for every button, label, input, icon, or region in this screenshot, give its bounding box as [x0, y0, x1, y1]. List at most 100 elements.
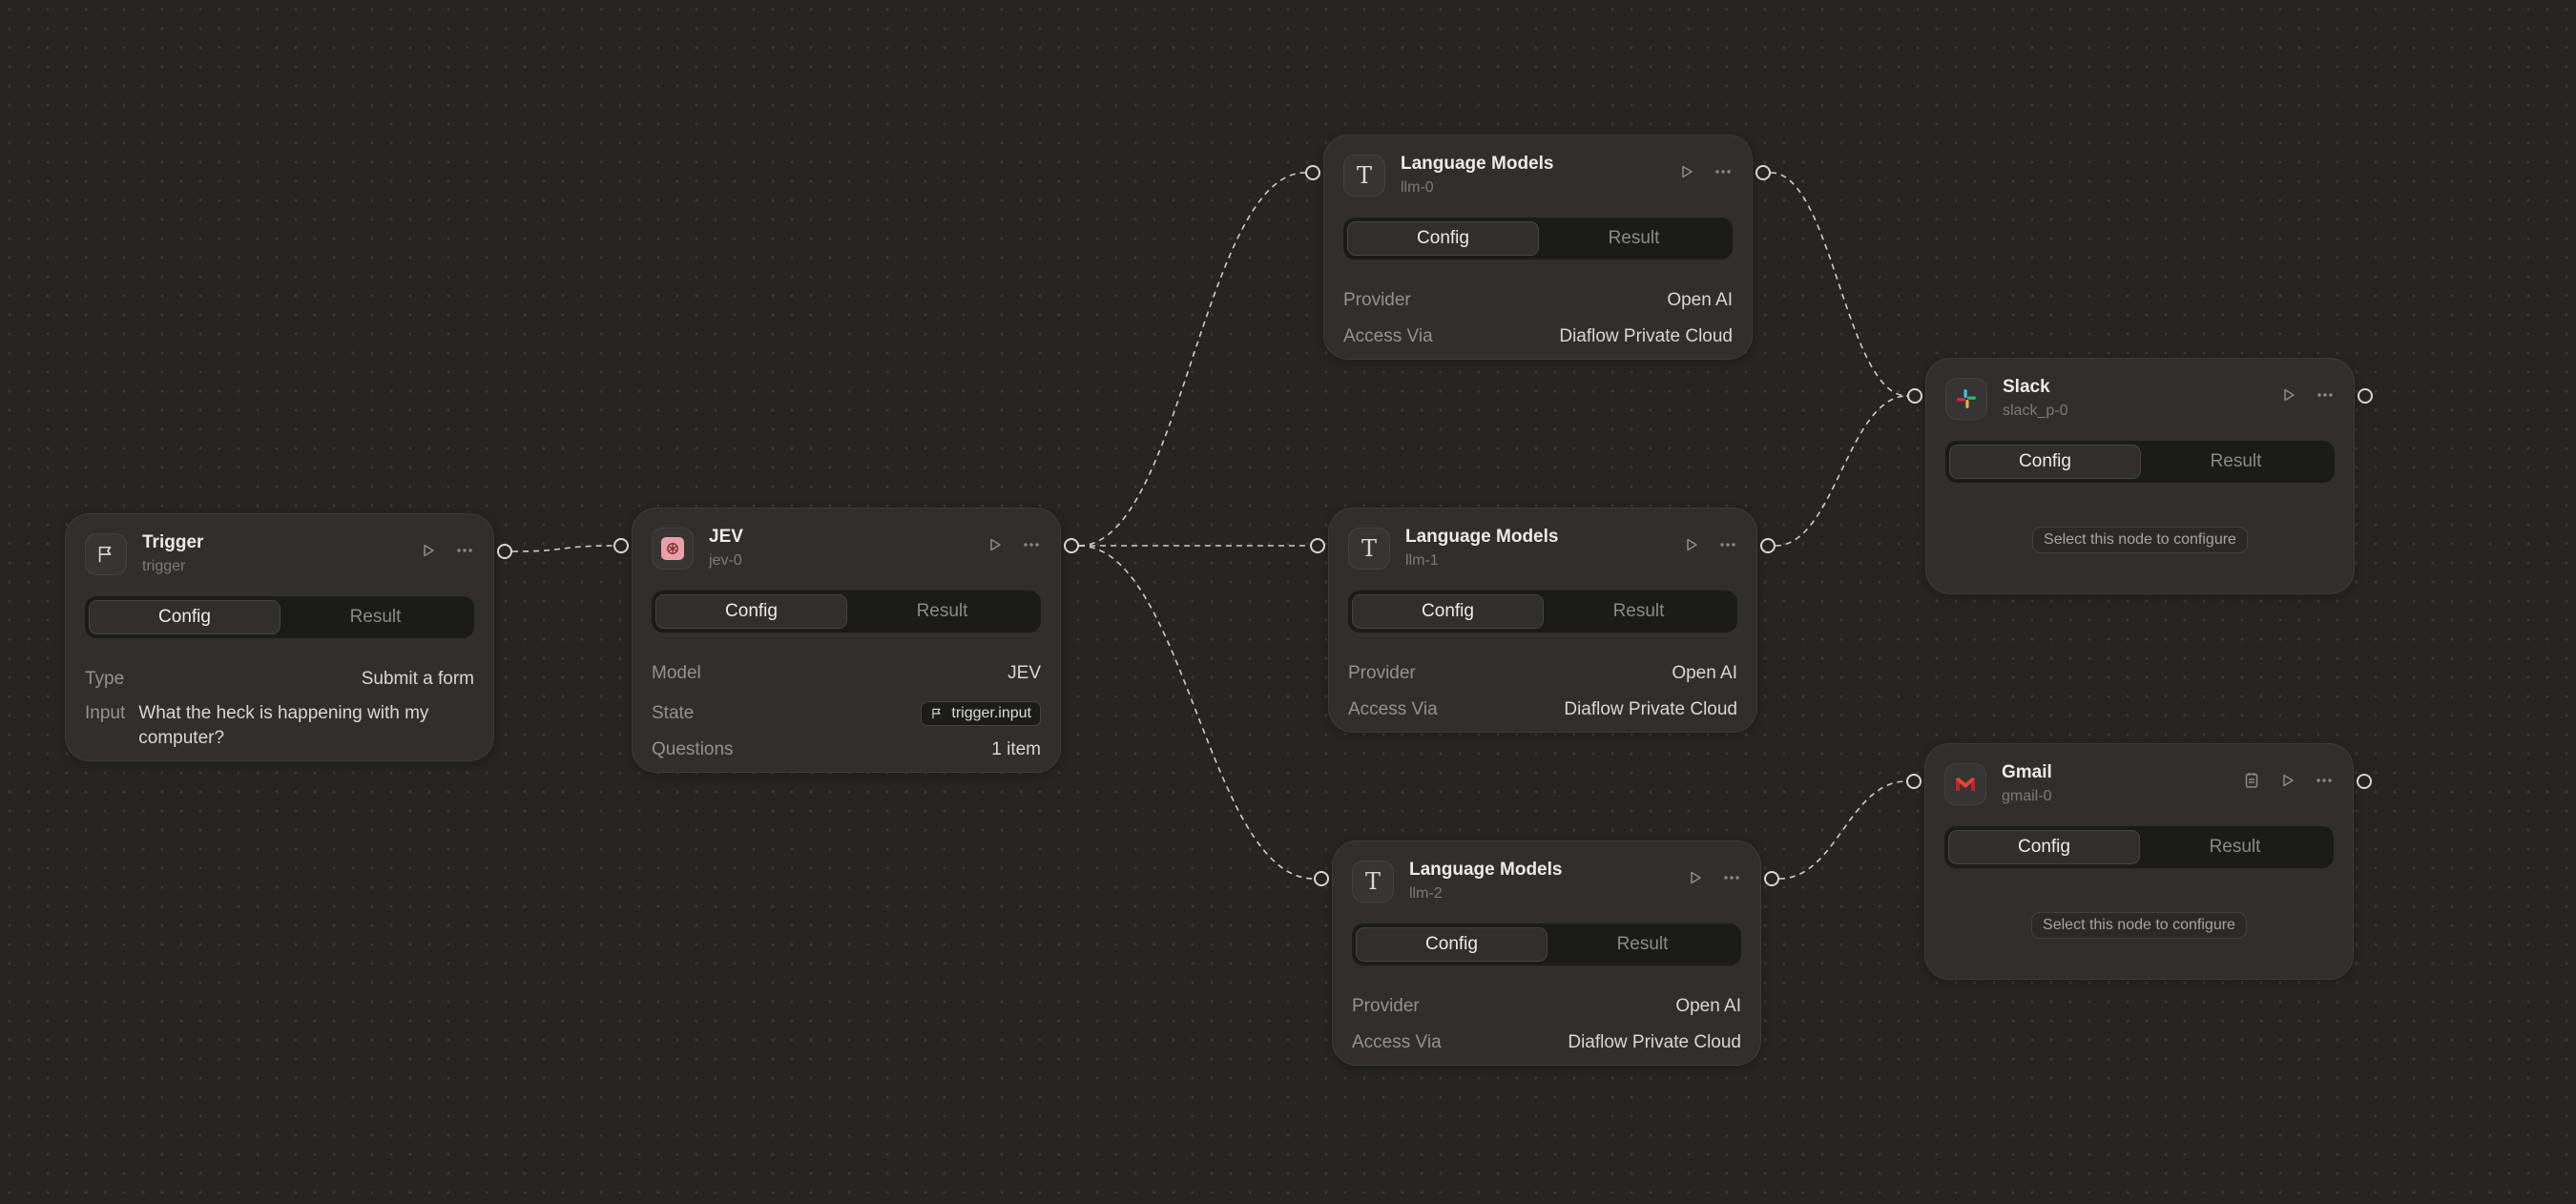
tab-result[interactable]: Result	[847, 594, 1037, 629]
property-row: Access Via Diaflow Private Cloud	[1352, 1025, 1741, 1061]
more-options-icon[interactable]	[1722, 868, 1741, 887]
tab-result[interactable]: Result	[1544, 594, 1734, 629]
output-handle[interactable]	[497, 544, 512, 559]
edge-trigger-jev[interactable]	[511, 545, 614, 552]
property-value: Diaflow Private Cloud	[1568, 1032, 1741, 1052]
flag-icon	[932, 708, 941, 719]
node-slack[interactable]: Slack slack_p-0 Config Result Select thi…	[1925, 358, 2355, 594]
property-label: Provider	[1348, 663, 1416, 683]
edge-llm2-gmail[interactable]	[1778, 780, 1907, 880]
property-value: Diaflow Private Cloud	[1564, 699, 1737, 719]
property-row: Type Submit a form	[85, 661, 474, 697]
input-handle[interactable]	[1314, 871, 1329, 886]
input-handle[interactable]	[613, 538, 629, 553]
config-result-tabs: Config Result	[1343, 218, 1733, 259]
state-variable-chip[interactable]: trigger.input	[921, 701, 1041, 726]
node-header: Trigger trigger	[85, 532, 474, 583]
output-handle[interactable]	[2357, 774, 2372, 789]
output-handle[interactable]	[1064, 538, 1079, 553]
openai-logo-icon	[652, 528, 694, 570]
gmail-logo-icon	[1944, 763, 1986, 805]
text-t-icon: T	[1343, 155, 1385, 197]
tab-result[interactable]: Result	[280, 600, 470, 634]
property-label: Access Via	[1352, 1032, 1442, 1052]
node-llm-2[interactable]: T Language Models llm-2 Config Result Pr…	[1332, 841, 1761, 1066]
edge-jev-llm2[interactable]	[1078, 545, 1315, 880]
node-properties: Model JEV State trigger.input Questions …	[652, 655, 1041, 768]
node-trigger[interactable]: Trigger trigger Config Result Type Submi…	[65, 513, 494, 761]
node-title: Slack	[2003, 377, 2050, 397]
property-label: Access Via	[1343, 326, 1433, 346]
more-options-icon[interactable]	[1718, 535, 1737, 554]
property-value: Open AI	[1675, 996, 1741, 1016]
input-handle[interactable]	[1305, 165, 1320, 180]
play-icon[interactable]	[419, 541, 438, 560]
property-row: Questions 1 item	[652, 732, 1041, 768]
property-value: JEV	[1008, 663, 1041, 683]
play-icon[interactable]	[1686, 868, 1705, 887]
output-handle[interactable]	[1755, 165, 1771, 180]
property-label: Provider	[1343, 290, 1411, 310]
state-variable-label: trigger.input	[951, 705, 1031, 721]
config-result-tabs: Config Result	[652, 591, 1041, 633]
node-id: llm-0	[1401, 179, 1434, 196]
property-label: Type	[85, 669, 125, 689]
node-header: JEV jev-0	[652, 527, 1041, 577]
property-row: Access Via Diaflow Private Cloud	[1348, 692, 1737, 728]
play-icon[interactable]	[2278, 771, 2297, 790]
slack-logo-icon	[1945, 378, 1987, 420]
play-icon[interactable]	[986, 535, 1005, 554]
tab-config[interactable]: Config	[89, 600, 280, 634]
node-title: Language Models	[1401, 154, 1554, 174]
tab-config[interactable]: Config	[1949, 445, 2141, 479]
node-gmail[interactable]: Gmail gmail-0 Config Result Select this …	[1924, 743, 2354, 980]
property-label: Model	[652, 663, 701, 683]
text-t-icon: T	[1348, 528, 1390, 570]
property-row: State trigger.input	[652, 695, 1041, 732]
input-handle[interactable]	[1907, 388, 1922, 404]
edge-llm0-slack[interactable]	[1770, 172, 1908, 397]
output-handle[interactable]	[1760, 538, 1776, 553]
notepad-icon[interactable]	[2242, 771, 2261, 790]
more-options-icon[interactable]	[1022, 535, 1041, 554]
input-handle[interactable]	[1906, 774, 1922, 789]
tab-result[interactable]: Result	[2140, 830, 2330, 864]
property-row: Provider Open AI	[1348, 655, 1737, 692]
tab-config[interactable]: Config	[655, 594, 847, 629]
edge-jev-llm0[interactable]	[1078, 172, 1306, 547]
edge-llm1-slack[interactable]	[1775, 395, 1908, 547]
more-options-icon[interactable]	[455, 541, 474, 560]
tab-result[interactable]: Result	[1548, 927, 1737, 962]
play-icon[interactable]	[1682, 535, 1701, 554]
play-icon[interactable]	[2279, 385, 2298, 405]
output-handle[interactable]	[1764, 871, 1779, 886]
node-id: gmail-0	[2002, 788, 2052, 804]
property-value: Diaflow Private Cloud	[1559, 326, 1733, 346]
tab-config[interactable]: Config	[1347, 221, 1539, 256]
node-header: Slack slack_p-0	[1945, 377, 2335, 427]
tab-config[interactable]: Config	[1356, 927, 1548, 962]
node-jev[interactable]: JEV jev-0 Config Result Model JEV State …	[632, 508, 1061, 773]
property-row: Input What the heck is happening with my…	[85, 703, 474, 751]
property-label: Questions	[652, 739, 734, 759]
more-options-icon[interactable]	[2316, 385, 2335, 405]
tab-config[interactable]: Config	[1352, 594, 1544, 629]
node-llm-0[interactable]: T Language Models llm-0 Config Result Pr…	[1323, 135, 1753, 360]
tab-result[interactable]: Result	[2141, 445, 2331, 479]
configure-hint: Select this node to configure	[2031, 912, 2247, 939]
node-actions	[419, 541, 474, 560]
more-options-icon[interactable]	[2315, 771, 2334, 790]
node-llm-1[interactable]: T Language Models llm-1 Config Result Pr…	[1328, 508, 1757, 733]
more-options-icon[interactable]	[1714, 162, 1733, 181]
property-row: Access Via Diaflow Private Cloud	[1343, 319, 1733, 355]
tab-config[interactable]: Config	[1948, 830, 2140, 864]
node-properties: Provider Open AI Access Via Diaflow Priv…	[1343, 282, 1733, 355]
property-label: State	[652, 703, 695, 723]
property-value: Open AI	[1672, 663, 1737, 683]
property-label: Provider	[1352, 996, 1420, 1016]
input-handle[interactable]	[1310, 538, 1325, 553]
node-actions	[2242, 771, 2334, 790]
tab-result[interactable]: Result	[1539, 221, 1729, 256]
play-icon[interactable]	[1677, 162, 1696, 181]
output-handle[interactable]	[2358, 388, 2373, 404]
